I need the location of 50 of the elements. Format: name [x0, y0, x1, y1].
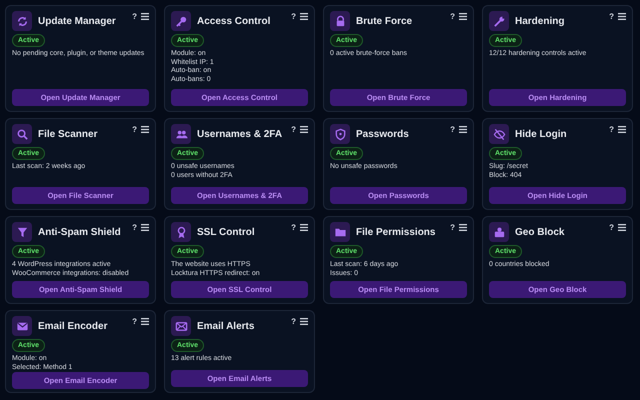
card-title: Hardening [515, 16, 566, 26]
help-button[interactable]: ? [291, 223, 296, 232]
help-button[interactable]: ? [609, 12, 614, 21]
card-title: File Scanner [38, 128, 98, 140]
card-title: Anti-Spam Shield [38, 226, 122, 238]
sync-icon [16, 14, 28, 28]
help-button[interactable]: ? [291, 317, 296, 326]
card-title: Usernames & 2FA [197, 128, 284, 140]
menu-icon[interactable] [141, 224, 149, 231]
card-title: Email Alerts [197, 320, 256, 332]
menu-icon[interactable] [141, 318, 149, 325]
shield-icon [334, 128, 346, 140]
menu-icon[interactable] [300, 126, 308, 133]
card-title: SSL Control [197, 226, 256, 238]
card-title: File Permissions [356, 226, 436, 238]
menu-icon[interactable] [618, 224, 626, 231]
card-title: Update Manager [38, 16, 117, 26]
card-title: Brute Force [356, 16, 414, 26]
help-button[interactable]: ? [609, 223, 614, 232]
help-button[interactable]: ? [132, 125, 137, 134]
wrench-icon [492, 14, 506, 28]
help-button[interactable]: ? [132, 12, 137, 21]
card-title: Email Encoder [38, 320, 108, 332]
menu-icon[interactable] [300, 13, 308, 20]
help-button[interactable]: ? [291, 125, 296, 134]
menu-icon[interactable] [141, 126, 149, 133]
menu-icon[interactable] [459, 126, 467, 133]
menu-icon[interactable] [141, 13, 149, 20]
help-button[interactable]: ? [132, 223, 137, 232]
help-button[interactable]: ? [291, 12, 296, 21]
key-icon [174, 14, 188, 28]
card-title: Geo Block [515, 226, 566, 238]
eye-slash-icon [492, 128, 506, 140]
card-title: Access Control [197, 16, 272, 26]
envelope-icon [174, 320, 188, 332]
menu-icon[interactable] [618, 126, 626, 133]
filter-icon [16, 226, 28, 238]
search-icon [16, 128, 28, 140]
card-title: Hide Login [515, 128, 568, 140]
menu-icon[interactable] [459, 224, 467, 231]
help-button[interactable]: ? [450, 12, 455, 21]
menu-icon[interactable] [459, 13, 467, 20]
card-title: Passwords [356, 128, 410, 140]
menu-icon[interactable] [300, 224, 308, 231]
menu-icon[interactable] [300, 318, 308, 325]
help-button[interactable]: ? [132, 317, 137, 326]
help-button[interactable]: ? [450, 125, 455, 134]
help-button[interactable]: ? [450, 223, 455, 232]
menu-icon[interactable] [618, 13, 626, 20]
help-button[interactable]: ? [609, 125, 614, 134]
